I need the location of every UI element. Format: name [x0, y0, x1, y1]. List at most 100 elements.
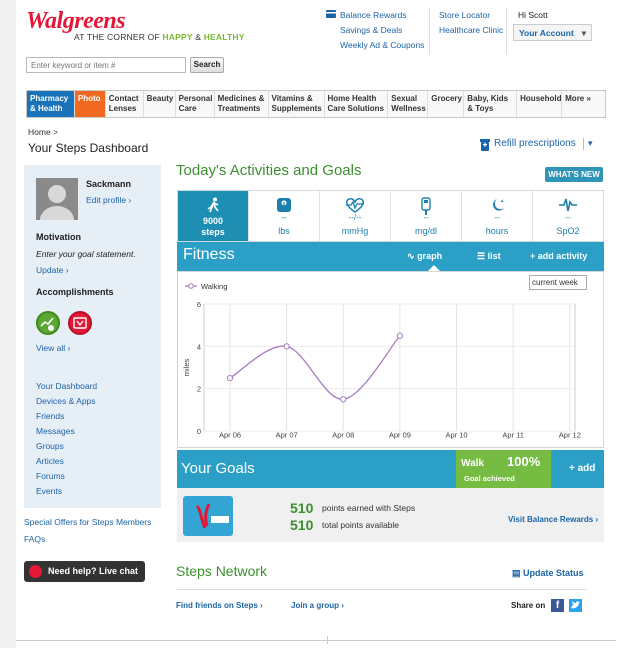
y-tick-label: 6 — [197, 300, 201, 309]
nav-medicines[interactable]: Medicines & Treatments — [215, 91, 269, 117]
edit-profile-link[interactable]: Edit profile › — [86, 195, 131, 205]
graph-icon: ∿ — [407, 251, 415, 261]
divider — [327, 636, 328, 644]
top-links-secondary: Store Locator Healthcare Clinic — [439, 8, 503, 38]
tab-sleep[interactable]: ✦ -- hours — [462, 191, 533, 241]
live-chat-button[interactable]: Need help? Live chat — [24, 561, 145, 582]
healthcare-clinic-link[interactable]: Healthcare Clinic — [439, 23, 503, 38]
trend-badge-icon[interactable] — [36, 311, 60, 335]
goal-status: Goal achieved — [464, 474, 515, 483]
x-tick-label: Apr 12 — [559, 431, 581, 440]
events-link[interactable]: Events — [36, 486, 62, 496]
search-input[interactable]: Enter keyword or item # — [26, 57, 186, 73]
nav-pharmacy-health[interactable]: Pharmacy & Health — [27, 91, 75, 117]
goal-statement[interactable]: Enter your goal statement. — [36, 249, 136, 259]
bp-unit: mmHg — [341, 226, 369, 236]
plot-area — [203, 303, 576, 432]
devices-apps-link[interactable]: Devices & Apps — [36, 396, 96, 406]
motivation-heading: Motivation — [36, 232, 81, 242]
add-goal-button[interactable]: + add — [569, 463, 595, 474]
spo2-value: -- — [565, 213, 571, 222]
forums-link[interactable]: Forums — [36, 471, 65, 481]
articles-link[interactable]: Articles — [36, 456, 64, 466]
tab-steps[interactable]: 9000 steps — [178, 191, 249, 241]
glucose-unit: mg/dl — [414, 226, 437, 236]
nav-more[interactable]: More » — [562, 91, 605, 117]
legend-marker — [188, 283, 194, 289]
greeting: Hi Scott — [518, 10, 548, 20]
weekly-ad-link[interactable]: Weekly Ad & Coupons — [340, 38, 424, 53]
rewards-icon — [326, 10, 336, 20]
nav-baby-kids[interactable]: Baby, Kids & Toys — [464, 91, 518, 117]
share-on-label: Share on — [511, 601, 546, 610]
walgreens-logo[interactable]: Walgreens AT THE CORNER OF HAPPY & HEALT… — [26, 8, 245, 42]
x-tick-label: Apr 07 — [276, 431, 298, 440]
update-link[interactable]: Update › — [36, 265, 69, 275]
twitter-icon[interactable] — [569, 599, 582, 612]
update-status-link[interactable]: ▤ Update Status — [512, 568, 584, 579]
chevron-down-icon: ▾ — [581, 28, 586, 38]
your-dashboard-link[interactable]: Your Dashboard — [36, 381, 97, 391]
chevron-down-icon[interactable]: ▾ — [588, 138, 593, 149]
nav-household[interactable]: Household — [517, 91, 563, 117]
nav-sexual-wellness[interactable]: Sexual Wellness — [388, 91, 429, 117]
walgreens-badge-icon[interactable] — [68, 311, 92, 335]
tab-spo2[interactable]: -- SpO2 — [533, 191, 603, 241]
legend-label: Walking — [201, 282, 227, 291]
store-locator-link[interactable]: Store Locator — [439, 8, 503, 23]
sleep-unit: hours — [485, 226, 509, 236]
messages-link[interactable]: Messages — [36, 426, 75, 436]
graph-view-button[interactable]: ∿ graph — [407, 251, 442, 262]
whats-new-button[interactable]: WHAT'S NEW — [545, 167, 603, 182]
balance-rewards-link[interactable]: Balance Rewards — [340, 8, 424, 23]
nav-personal-care[interactable]: Personal Care — [176, 91, 215, 117]
faqs-link[interactable]: FAQs — [24, 534, 45, 544]
footer-divider — [16, 640, 616, 641]
prescription-icon — [480, 139, 490, 153]
nav-home-health[interactable]: Home Health Care Solutions — [325, 91, 389, 117]
find-friends-link[interactable]: Find friends on Steps › — [176, 601, 263, 610]
divider — [429, 8, 430, 54]
pulse-wave-icon — [559, 198, 577, 212]
y-tick-label: 0 — [197, 427, 201, 436]
period-select[interactable]: current week — [529, 275, 587, 290]
glucose-value: -- — [423, 213, 429, 222]
tab-blood-pressure[interactable]: --/-- mmHg — [320, 191, 391, 241]
facebook-icon[interactable]: f — [551, 599, 564, 612]
heart-pulse-icon — [346, 198, 364, 213]
data-point — [283, 343, 290, 350]
nav-photo[interactable]: Photo — [74, 91, 106, 117]
svg-text:✦: ✦ — [500, 199, 504, 205]
your-account-button[interactable]: Your Account ▾ — [513, 24, 592, 41]
edit-icon: ▤ — [512, 568, 521, 578]
weight-unit: lbs — [278, 226, 290, 236]
friends-link[interactable]: Friends — [36, 411, 64, 421]
nav-contact-lenses[interactable]: Contact Lenses — [106, 91, 144, 117]
divider — [506, 8, 507, 54]
plus-icon: + — [530, 251, 536, 261]
goal-walk-card[interactable]: Walk 100% Goal achieved — [456, 450, 551, 488]
metric-tabs: 9000 steps -- lbs --/-- mmHg -- mg/dl ✦ … — [177, 190, 604, 242]
refill-prescriptions-link[interactable]: Refill prescriptions — [494, 138, 576, 149]
join-group-link[interactable]: Join a group › — [291, 601, 344, 610]
view-all-link[interactable]: View all › — [36, 343, 70, 353]
tab-glucose[interactable]: -- mg/dl — [391, 191, 462, 241]
avatar[interactable] — [36, 178, 78, 220]
nav-beauty[interactable]: Beauty — [144, 91, 176, 117]
add-activity-button[interactable]: + add activity — [530, 251, 587, 261]
fitness-bar: Fitness ∿ graph ☰ list + add activity — [177, 242, 604, 271]
visit-balance-rewards-link[interactable]: Visit Balance Rewards › — [508, 515, 598, 524]
tab-weight[interactable]: -- lbs — [249, 191, 320, 241]
list-view-button[interactable]: ☰ list — [477, 251, 501, 262]
nav-grocery[interactable]: Grocery — [428, 91, 465, 117]
x-tick-label: Apr 10 — [445, 431, 467, 440]
special-offers-link[interactable]: Special Offers for Steps Members — [24, 517, 151, 527]
groups-link[interactable]: Groups — [36, 441, 64, 451]
savings-deals-link[interactable]: Savings & Deals — [340, 23, 424, 38]
data-point — [226, 374, 234, 382]
breadcrumb[interactable]: Home > — [28, 127, 58, 137]
top-links-primary: Balance Rewards Savings & Deals Weekly A… — [340, 8, 424, 53]
y-tick-label: 2 — [197, 385, 201, 394]
search-button[interactable]: Search — [190, 57, 224, 73]
nav-vitamins[interactable]: Vitamins & Supplements — [269, 91, 325, 117]
